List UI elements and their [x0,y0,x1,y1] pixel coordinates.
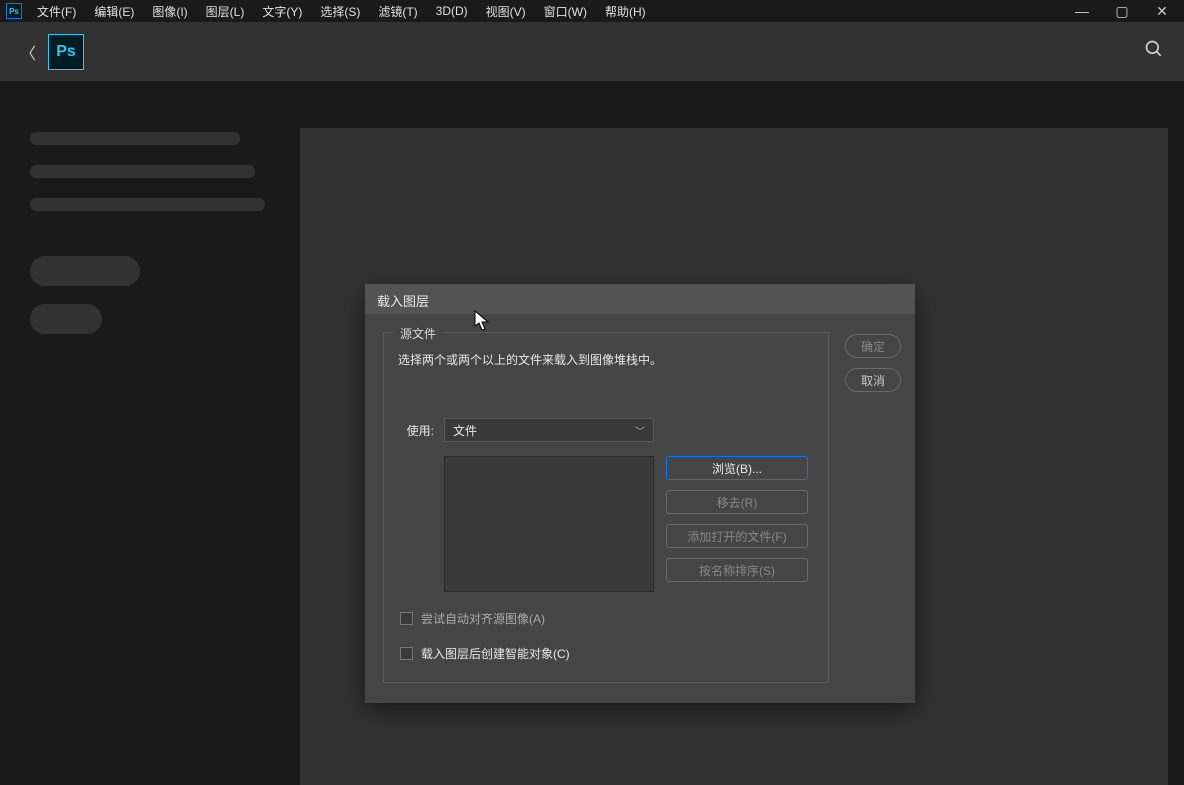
align-checkbox-row: 尝试自动对齐源图像(A) [400,610,816,627]
placeholder-pill [30,304,102,334]
dialog-body: 源文件 选择两个或两个以上的文件来载入到图像堆栈中。 使用: 文件 ﹀ 浏览(B… [365,314,915,703]
header-bar: 〈 Ps [0,22,1184,82]
dialog-title[interactable]: 载入图层 [365,284,915,314]
fieldset-legend: 源文件 [394,325,442,342]
browse-button[interactable]: 浏览(B)... [666,456,808,480]
smart-object-checkbox[interactable] [400,647,413,660]
menu-3d[interactable]: 3D(D) [427,1,477,21]
smart-checkbox-row: 载入图层后创建智能对象(C) [400,645,816,662]
window-controls: — ▢ ✕ [1072,3,1184,20]
menu-file[interactable]: 文件(F) [28,0,85,23]
menu-bar: Ps 文件(F) 编辑(E) 图像(I) 图层(L) 文字(Y) 选择(S) 滤… [0,0,1184,22]
use-label: 使用: [398,422,434,439]
menu-image[interactable]: 图像(I) [143,0,196,23]
ps-logo[interactable]: Ps [48,34,84,70]
menu-layer[interactable]: 图层(L) [197,0,254,23]
file-list[interactable] [444,456,654,592]
file-buttons: 浏览(B)... 移去(R) 添加打开的文件(F) 按名称排序(S) [666,456,808,592]
cancel-button[interactable]: 取消 [845,368,901,392]
ps-small-icon: Ps [6,3,22,19]
use-row: 使用: 文件 ﹀ [398,418,816,442]
menu-edit[interactable]: 编辑(E) [85,0,143,23]
placeholder-line [30,132,240,145]
sidebar [0,82,300,785]
remove-button[interactable]: 移去(R) [666,490,808,514]
minimize-icon[interactable]: — [1072,3,1092,20]
description-text: 选择两个或两个以上的文件来载入到图像堆栈中。 [398,351,816,368]
add-open-files-button[interactable]: 添加打开的文件(F) [666,524,808,548]
source-fieldset: 源文件 选择两个或两个以上的文件来载入到图像堆栈中。 使用: 文件 ﹀ 浏览(B… [383,332,829,683]
menu-type[interactable]: 文字(Y) [253,0,311,23]
placeholder-line [30,165,255,178]
file-list-row: 浏览(B)... 移去(R) 添加打开的文件(F) 按名称排序(S) [444,456,816,592]
back-arrow-icon[interactable]: 〈 [10,34,46,70]
menu-view[interactable]: 视图(V) [477,0,535,23]
menu-help[interactable]: 帮助(H) [596,0,655,23]
close-icon[interactable]: ✕ [1152,3,1172,20]
align-checkbox[interactable] [400,612,413,625]
smart-object-checkbox-label: 载入图层后创建智能对象(C) [421,645,570,662]
ok-button[interactable]: 确定 [845,334,901,358]
menu-window[interactable]: 窗口(W) [535,0,596,23]
align-checkbox-label: 尝试自动对齐源图像(A) [421,610,545,627]
placeholder-pill [30,256,140,286]
menu-select[interactable]: 选择(S) [311,0,369,23]
search-icon[interactable] [1144,39,1164,65]
dialog-side-buttons: 确定 取消 [845,332,901,683]
load-layers-dialog: 载入图层 源文件 选择两个或两个以上的文件来载入到图像堆栈中。 使用: 文件 ﹀… [365,284,915,703]
menu-filter[interactable]: 滤镜(T) [369,0,426,23]
maximize-icon[interactable]: ▢ [1112,3,1132,20]
chevron-down-icon: ﹀ [635,423,645,438]
dropdown-value: 文件 [453,422,477,439]
use-dropdown[interactable]: 文件 ﹀ [444,418,654,442]
placeholder-line [30,198,265,211]
sort-by-name-button[interactable]: 按名称排序(S) [666,558,808,582]
